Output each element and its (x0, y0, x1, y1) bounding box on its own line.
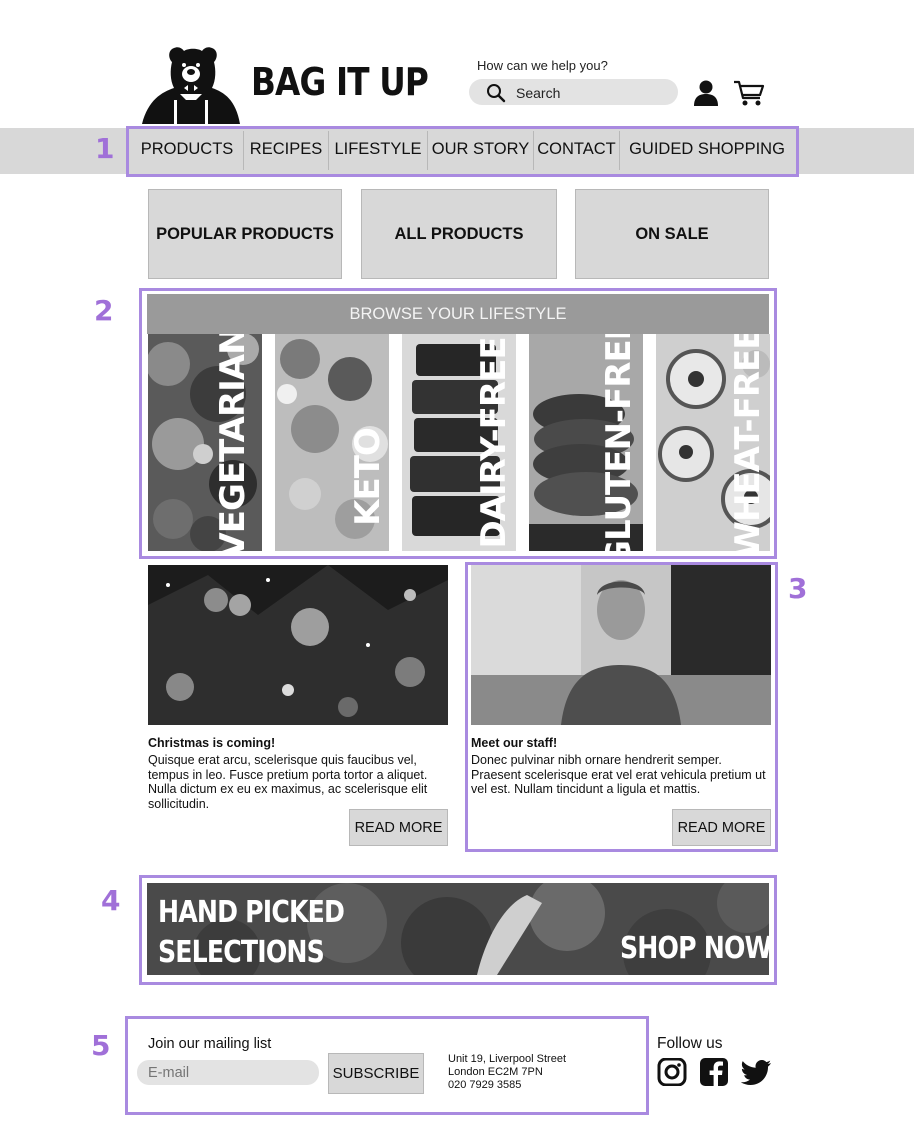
annotation-box-1 (126, 126, 799, 177)
read-more-button-christmas[interactable]: READ MORE (349, 809, 448, 846)
mailing-list-label: Join our mailing list (148, 1036, 272, 1052)
tile-all-products[interactable]: ALL PRODUCTS (361, 189, 557, 279)
staff-member-photo[interactable] (471, 565, 771, 725)
facebook-icon[interactable] (699, 1058, 729, 1086)
lifestyle-label-wheat-free: WHEAT-FREE (728, 334, 768, 551)
follow-us-label: Follow us (657, 1035, 723, 1052)
bear-logo-icon[interactable] (140, 42, 242, 126)
annotation-number-3: 3 (788, 572, 808, 605)
brand-wordmark[interactable]: BAG IT UP (251, 63, 429, 101)
store-address: Unit 19, Liverpool Street London EC2M 7P… (448, 1053, 566, 1092)
lifestyle-panel-vegetarian[interactable]: VEGETARIAN (148, 334, 262, 551)
search-icon[interactable] (486, 83, 506, 103)
search-placeholder[interactable]: Search (516, 85, 560, 101)
lifestyle-panel-wheat-free[interactable]: WHEAT-FREE (656, 334, 770, 551)
annotation-number-2: 2 (94, 294, 114, 327)
address-line-1: Unit 19, Liverpool Street (448, 1053, 567, 1065)
read-more-button-staff[interactable]: READ MORE (672, 809, 771, 846)
article-title-christmas[interactable]: Christmas is coming! (148, 736, 275, 750)
tile-popular-products[interactable]: POPULAR PRODUCTS (148, 189, 342, 279)
lifestyle-panel-gluten-free[interactable]: GLUTEN-FREE (529, 334, 643, 551)
article-body-christmas: Quisque erat arcu, scelerisque quis fauc… (148, 753, 428, 811)
banner-title-line2: SELECTIONS (158, 935, 325, 970)
annotation-number-5: 5 (91, 1029, 111, 1062)
lifestyle-label-keto: KETO (348, 428, 388, 527)
christmas-tree-photo[interactable] (148, 565, 448, 725)
tile-on-sale[interactable]: ON SALE (575, 189, 769, 279)
annotation-number-4: 4 (101, 884, 121, 917)
twitter-icon[interactable] (740, 1058, 771, 1086)
email-field[interactable] (137, 1060, 319, 1085)
article-body-staff: Donec pulvinar nibh ornare hendrerit sem… (471, 753, 766, 796)
annotation-number-1: 1 (95, 132, 115, 165)
help-prompt: How can we help you? (477, 58, 608, 73)
lifestyle-label-vegetarian: VEGETARIAN (213, 334, 253, 551)
cart-icon[interactable] (733, 79, 765, 107)
article-title-staff[interactable]: Meet our staff! (471, 736, 557, 750)
phone-number: 020 7929 3585 (448, 1079, 522, 1091)
subscribe-button[interactable]: SUBSCRIBE (328, 1053, 424, 1094)
lifestyle-label-gluten-free: GLUTEN-FREE (599, 334, 639, 551)
shop-now-link[interactable]: SHOP NOW (620, 931, 772, 966)
lifestyle-panel-keto[interactable]: KETO (275, 334, 389, 551)
lifestyle-label-dairy-free: DAIRY-FREE (474, 336, 514, 549)
lifestyle-panel-dairy-free[interactable]: DAIRY-FREE (402, 334, 516, 551)
lifestyle-header: BROWSE YOUR LIFESTYLE (147, 294, 769, 334)
instagram-icon[interactable] (657, 1057, 687, 1087)
address-line-2: London EC2M 7PN (448, 1066, 543, 1078)
user-icon[interactable] (693, 79, 719, 107)
banner-title: HAND PICKED SELECTIONS (158, 893, 345, 973)
banner-title-line1: HAND PICKED (158, 895, 345, 930)
